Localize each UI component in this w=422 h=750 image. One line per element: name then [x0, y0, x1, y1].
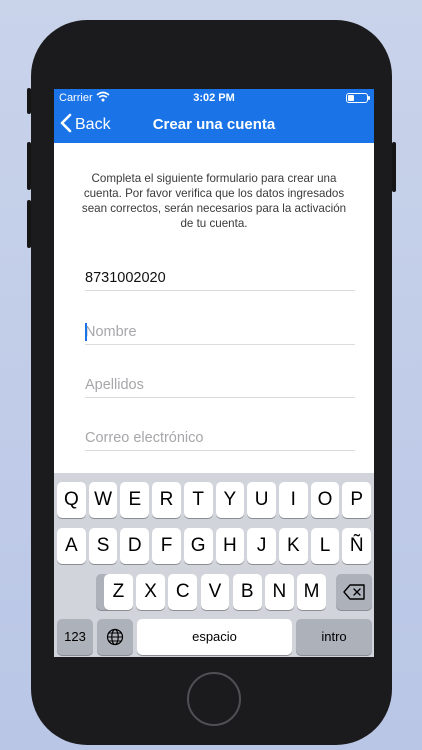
key-k[interactable]: K — [278, 528, 308, 564]
on-screen-keyboard: 123 espacio intro QWERTYUIOP ASDFGHJKLÑ ZX… — [54, 473, 374, 657]
globe-key[interactable] — [97, 619, 133, 655]
key-t[interactable]: T — [183, 482, 213, 518]
text-cursor — [85, 323, 87, 341]
key-f[interactable]: F — [152, 528, 181, 564]
key-a[interactable]: A — [57, 528, 86, 564]
name-input[interactable] — [85, 324, 355, 344]
battery-icon — [346, 93, 370, 103]
key-u[interactable]: U — [247, 482, 276, 518]
key-c[interactable]: C — [168, 574, 198, 610]
key-x[interactable]: X — [136, 574, 165, 610]
key-i[interactable]: I — [278, 482, 308, 518]
key-g[interactable]: G — [183, 528, 213, 564]
battery-level — [348, 95, 354, 101]
lastname-field[interactable] — [85, 376, 355, 398]
lastname-input[interactable] — [85, 377, 355, 397]
name-field[interactable] — [85, 323, 355, 345]
key-b[interactable]: B — [232, 574, 262, 610]
key-o[interactable]: O — [310, 482, 340, 518]
space-key[interactable]: espacio — [137, 619, 292, 655]
backspace-icon — [343, 581, 365, 602]
phone-field[interactable] — [85, 269, 355, 291]
form-instructions: Completa el siguiente formulario para cr… — [81, 172, 347, 230]
key-ñ[interactable]: Ñ — [342, 528, 372, 564]
silent-switch — [27, 88, 31, 114]
app-screen: Carrier 3:02 PM Back Crear una cuenta Co… — [54, 89, 374, 657]
volume-up-button — [27, 142, 31, 190]
key-y[interactable]: Y — [215, 482, 245, 518]
key-q[interactable]: Q — [57, 482, 86, 518]
key-w[interactable]: W — [88, 482, 118, 518]
key-l[interactable]: L — [310, 528, 340, 564]
email-input[interactable] — [85, 430, 355, 450]
phone-input[interactable] — [85, 270, 355, 290]
status-bar: Carrier 3:02 PM — [54, 89, 374, 107]
key-z[interactable]: Z — [104, 574, 133, 610]
navigation-bar: Back Crear una cuenta — [54, 107, 374, 143]
key-h[interactable]: H — [215, 528, 245, 564]
volume-down-button — [27, 200, 31, 248]
page-title: Crear una cuenta — [152, 116, 276, 133]
key-v[interactable]: V — [200, 574, 230, 610]
key-j[interactable]: J — [247, 528, 276, 564]
key-m[interactable]: M — [297, 574, 326, 610]
status-time: 3:02 PM — [193, 92, 235, 104]
numbers-key[interactable]: 123 — [57, 619, 93, 655]
power-button — [392, 142, 396, 192]
home-button[interactable] — [187, 672, 241, 726]
globe-icon — [106, 626, 124, 647]
key-r[interactable]: R — [152, 482, 181, 518]
key-s[interactable]: S — [88, 528, 118, 564]
email-field[interactable] — [85, 429, 355, 451]
key-e[interactable]: E — [120, 482, 150, 518]
return-key[interactable]: intro — [296, 619, 372, 655]
key-p[interactable]: P — [342, 482, 372, 518]
delete-key[interactable] — [336, 574, 372, 610]
key-d[interactable]: D — [120, 528, 150, 564]
key-n[interactable]: N — [265, 574, 294, 610]
